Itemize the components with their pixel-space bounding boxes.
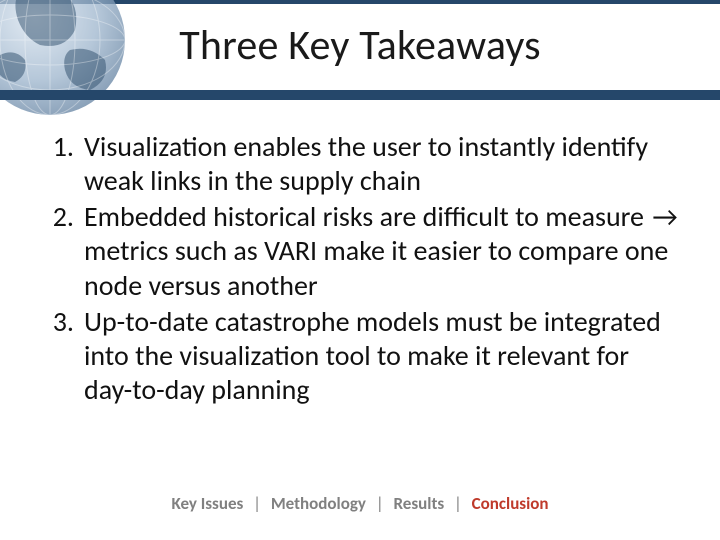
breadcrumb-separator: | (370, 493, 390, 514)
arrow-icon: → (650, 200, 679, 234)
header-rule-bottom (0, 90, 720, 100)
list-item-text-prefix: Embedded historical risks are difficult … (84, 199, 650, 234)
breadcrumb-item: Results (393, 493, 444, 514)
breadcrumb-separator: | (247, 493, 267, 514)
list-item-text: Up-to-date catastrophe models must be in… (84, 304, 661, 407)
breadcrumb: Key Issues | Methodology | Results | Con… (0, 493, 720, 514)
slide-title: Three Key Takeaways (0, 20, 720, 71)
header: Three Key Takeaways (0, 0, 720, 100)
list-item-text: Visualization enables the user to instan… (84, 129, 648, 198)
takeaway-list: Visualization enables the user to instan… (40, 130, 680, 409)
list-item: Visualization enables the user to instan… (40, 130, 680, 198)
breadcrumb-item: Key Issues (171, 493, 243, 514)
breadcrumb-item: Methodology (271, 493, 366, 514)
list-item: Embedded historical risks are difficult … (40, 200, 680, 302)
breadcrumb-separator: | (448, 493, 468, 514)
list-item: Up-to-date catastrophe models must be in… (40, 305, 680, 407)
list-item-text-suffix: metrics such as VARI make it easier to c… (84, 233, 668, 302)
breadcrumb-item-active: Conclusion (472, 493, 549, 514)
header-rule-top (0, 0, 720, 4)
